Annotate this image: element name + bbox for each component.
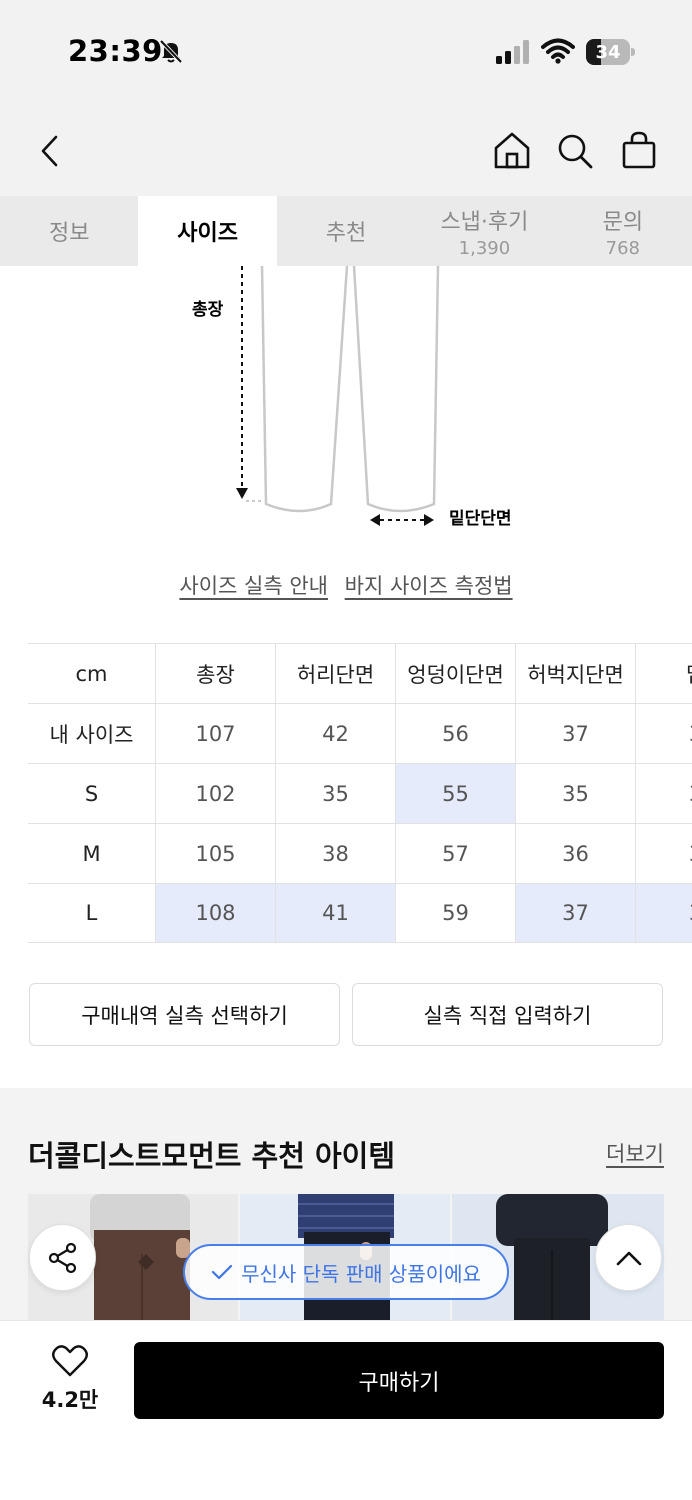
tab-count: 1,390 — [458, 237, 511, 259]
tab-label: 스냅·후기 — [440, 209, 529, 235]
table-cell: 57 — [395, 824, 515, 883]
table-header: cm — [75, 661, 108, 686]
tab-snap-review[interactable]: 스냅·후기 1,390 — [415, 196, 553, 266]
status-time: 23:39 — [68, 34, 163, 68]
hem-label: 밑단단면 — [449, 509, 512, 529]
share-icon — [48, 1242, 76, 1273]
manual-measure-input-button[interactable]: 실측 직접 입력하기 — [352, 983, 663, 1046]
table-cell-highlight: 108 — [155, 884, 275, 942]
scroll-top-button[interactable] — [595, 1224, 662, 1291]
table-cell: 107 — [155, 704, 275, 763]
recommend-title: 더콜디스트모먼트 추천 아이템 — [28, 1139, 396, 1173]
size-guide-link[interactable]: 사이즈 실측 안내 — [179, 574, 328, 598]
table-cell: 35 — [275, 764, 395, 823]
table-header-row: cm 총장 허리단면 엉덩이단면 허벅지단면 밑 — [28, 643, 692, 703]
battery-icon: 34 — [586, 39, 635, 65]
table-header: 엉덩이단면 — [395, 644, 515, 703]
back-icon[interactable] — [38, 134, 62, 168]
more-link[interactable]: 더보기 — [606, 1138, 664, 1168]
home-icon[interactable] — [492, 130, 532, 170]
tab-info[interactable]: 정보 — [0, 196, 138, 266]
tab-label: 사이즈 — [177, 221, 238, 246]
table-cell: 3 — [635, 764, 692, 823]
table-cell: 35 — [515, 764, 635, 823]
heart-icon — [52, 1345, 88, 1377]
table-row[interactable]: L 108 41 59 37 3 — [28, 883, 692, 943]
section-divider — [0, 1088, 692, 1108]
measure-guide-link[interactable]: 바지 사이즈 측정법 — [345, 574, 513, 598]
table-cell: 3 — [635, 704, 692, 763]
table-cell: 38 — [275, 824, 395, 883]
table-cell: 105 — [155, 824, 275, 883]
table-cell-highlight: 3 — [635, 884, 692, 942]
table-cell: 59 — [395, 884, 515, 942]
app-header — [0, 100, 692, 196]
share-button[interactable] — [29, 1224, 96, 1291]
row-label: S — [84, 781, 99, 806]
purchase-history-measure-button[interactable]: 구매내역 실측 선택하기 — [29, 983, 340, 1046]
tab-size[interactable]: 사이즈 — [138, 196, 277, 266]
battery-level: 34 — [595, 42, 621, 63]
product-size-page: 23:39 34 정보 사이즈 추천 스냅·후기 1,390 문의 768 총장… — [0, 0, 692, 1500]
pants-size-diagram: 총장 밑단단면 — [0, 265, 692, 556]
table-row[interactable]: M 105 38 57 36 3 — [28, 823, 692, 883]
table-header: 총장 — [155, 644, 275, 703]
table-cell: 37 — [515, 704, 635, 763]
table-header: 허리단면 — [275, 644, 395, 703]
row-label: 내 사이즈 — [49, 722, 134, 747]
table-cell-highlight: 55 — [395, 764, 515, 823]
status-bar: 23:39 34 — [0, 0, 692, 100]
table-row: 내 사이즈 107 42 56 37 3 — [28, 703, 692, 763]
tab-label: 문의 — [602, 209, 644, 235]
check-icon — [211, 1264, 233, 1280]
tab-inquiry[interactable]: 문의 768 — [554, 196, 692, 266]
wifi-icon — [541, 38, 575, 64]
tab-label: 정보 — [48, 221, 90, 246]
table-cell: 56 — [395, 704, 515, 763]
tab-count: 768 — [605, 237, 640, 259]
like-count: 4.2만 — [41, 1388, 99, 1412]
size-table: cm 총장 허리단면 엉덩이단면 허벅지단면 밑 내 사이즈 107 42 56… — [28, 643, 692, 943]
row-label: M — [82, 841, 101, 866]
table-header: 허벅지단면 — [515, 644, 635, 703]
length-label: 총장 — [192, 300, 224, 320]
tab-label: 추천 — [325, 221, 367, 246]
table-cell-highlight: 41 — [275, 884, 395, 942]
table-cell-highlight: 37 — [515, 884, 635, 942]
exclusive-sale-badge: 무신사 단독 판매 상품이에요 — [183, 1244, 509, 1300]
table-cell: 42 — [275, 704, 395, 763]
search-icon[interactable] — [556, 132, 594, 170]
bell-off-icon — [159, 39, 183, 64]
signal-icon — [496, 40, 529, 64]
shopping-bag-icon[interactable] — [620, 130, 658, 170]
table-cell: 102 — [155, 764, 275, 823]
size-guide-links: 사이즈 실측 안내 바지 사이즈 측정법 — [0, 570, 692, 600]
table-header: 밑 — [635, 644, 692, 703]
like-button[interactable]: 4.2만 — [30, 1344, 110, 1414]
pants-illustration — [236, 265, 440, 526]
table-cell: 3 — [635, 824, 692, 883]
chevron-up-icon — [616, 1251, 641, 1265]
product-tabs: 정보 사이즈 추천 스냅·후기 1,390 문의 768 — [0, 196, 692, 266]
table-cell: 36 — [515, 824, 635, 883]
buy-button[interactable]: 구매하기 — [134, 1342, 664, 1419]
tab-recommend[interactable]: 추천 — [277, 196, 415, 266]
table-row[interactable]: S 102 35 55 35 3 — [28, 763, 692, 823]
row-label: L — [85, 901, 98, 925]
exclusive-sale-text: 무신사 단독 판매 상품이에요 — [241, 1261, 481, 1286]
